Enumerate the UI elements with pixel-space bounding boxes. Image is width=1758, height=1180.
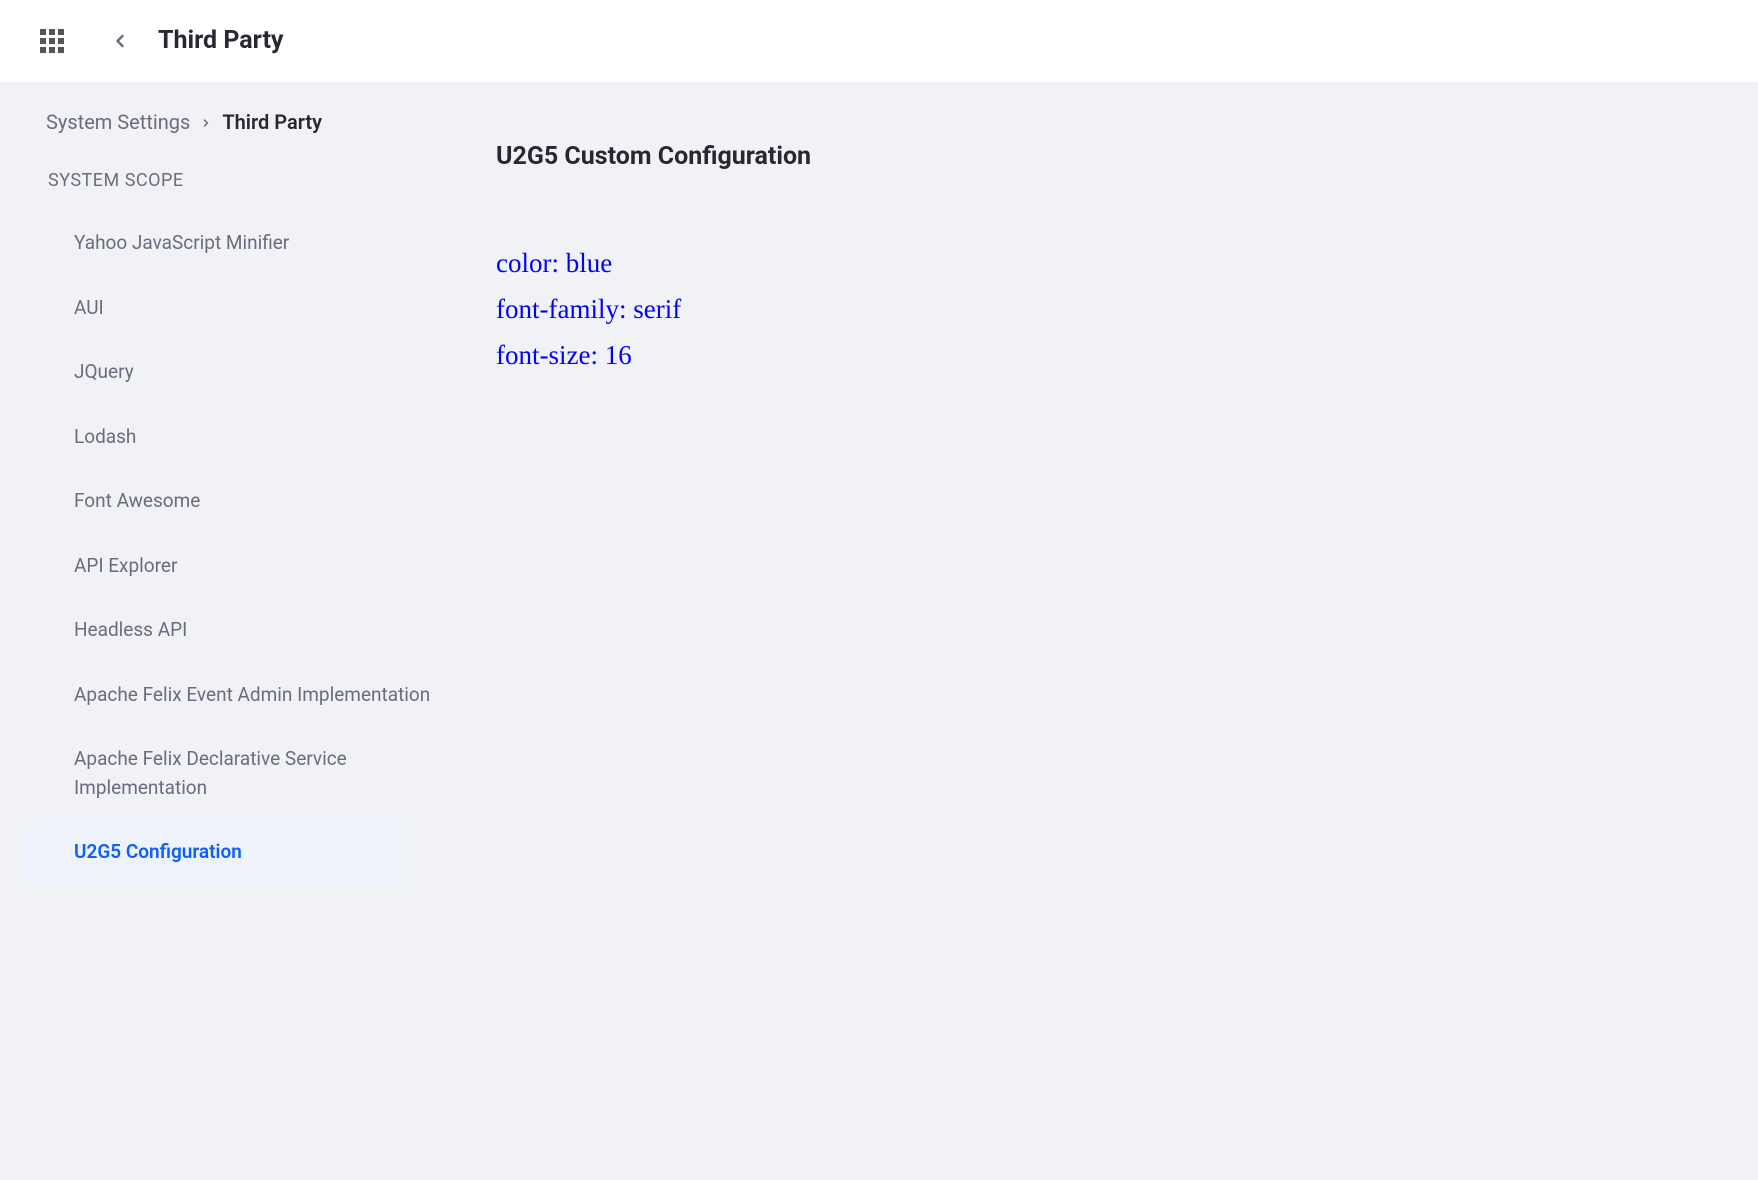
sidebar-item-label: JQuery [74,360,134,383]
scope-label: SYSTEM SCOPE [0,154,456,203]
sidebar-item-u2g5-configuration[interactable]: U2G5 Configuration [22,820,404,885]
chevron-right-icon [200,110,212,134]
sidebar-nav: Yahoo JavaScript Minifier AUI JQuery Lod… [0,203,456,885]
breadcrumb-current: Third Party [222,110,322,134]
page-title: Third Party [158,26,284,55]
sidebar-item-jquery[interactable]: JQuery [0,340,456,405]
sidebar-item-font-awesome[interactable]: Font Awesome [0,469,456,534]
sidebar-item-label: Lodash [74,425,136,448]
sidebar-item-label: Apache Felix Event Admin Implementation [74,683,430,706]
sidebar-item-label: AUI [74,296,104,319]
sidebar-item-apache-felix-declarative[interactable]: Apache Felix Declarative Service Impleme… [0,727,456,820]
config-line: font-family: serif [496,287,1718,333]
sidebar-item-label: API Explorer [74,554,177,577]
sidebar-item-label: Headless API [74,618,187,641]
config-line: color: blue [496,241,1718,287]
sidebar-item-yahoo-js-minifier[interactable]: Yahoo JavaScript Minifier [0,211,456,276]
content-title: U2G5 Custom Configuration [496,142,1718,171]
sidebar-item-label: Font Awesome [74,489,200,512]
sidebar-item-aui[interactable]: AUI [0,276,456,341]
sidebar-item-label: Apache Felix Declarative Service Impleme… [74,747,347,799]
top-bar: Third Party [0,0,1758,82]
config-line: font-size: 16 [496,333,1718,379]
sidebar-item-label: U2G5 Configuration [74,840,242,863]
sidebar: System Settings Third Party SYSTEM SCOPE… [0,82,456,1180]
sidebar-item-apache-felix-event-admin[interactable]: Apache Felix Event Admin Implementation [0,663,456,728]
breadcrumb: System Settings Third Party [0,110,456,154]
config-output: color: blue font-family: serif font-size… [496,241,1718,379]
sidebar-item-label: Yahoo JavaScript Minifier [74,231,289,254]
sidebar-item-api-explorer[interactable]: API Explorer [0,534,456,599]
sidebar-item-headless-api[interactable]: Headless API [0,598,456,663]
main-area: System Settings Third Party SYSTEM SCOPE… [0,82,1758,1180]
sidebar-item-lodash[interactable]: Lodash [0,405,456,470]
content-panel: U2G5 Custom Configuration color: blue fo… [456,82,1758,1180]
back-icon[interactable] [110,31,130,51]
breadcrumb-parent[interactable]: System Settings [46,110,190,134]
apps-grid-icon[interactable] [40,29,64,53]
